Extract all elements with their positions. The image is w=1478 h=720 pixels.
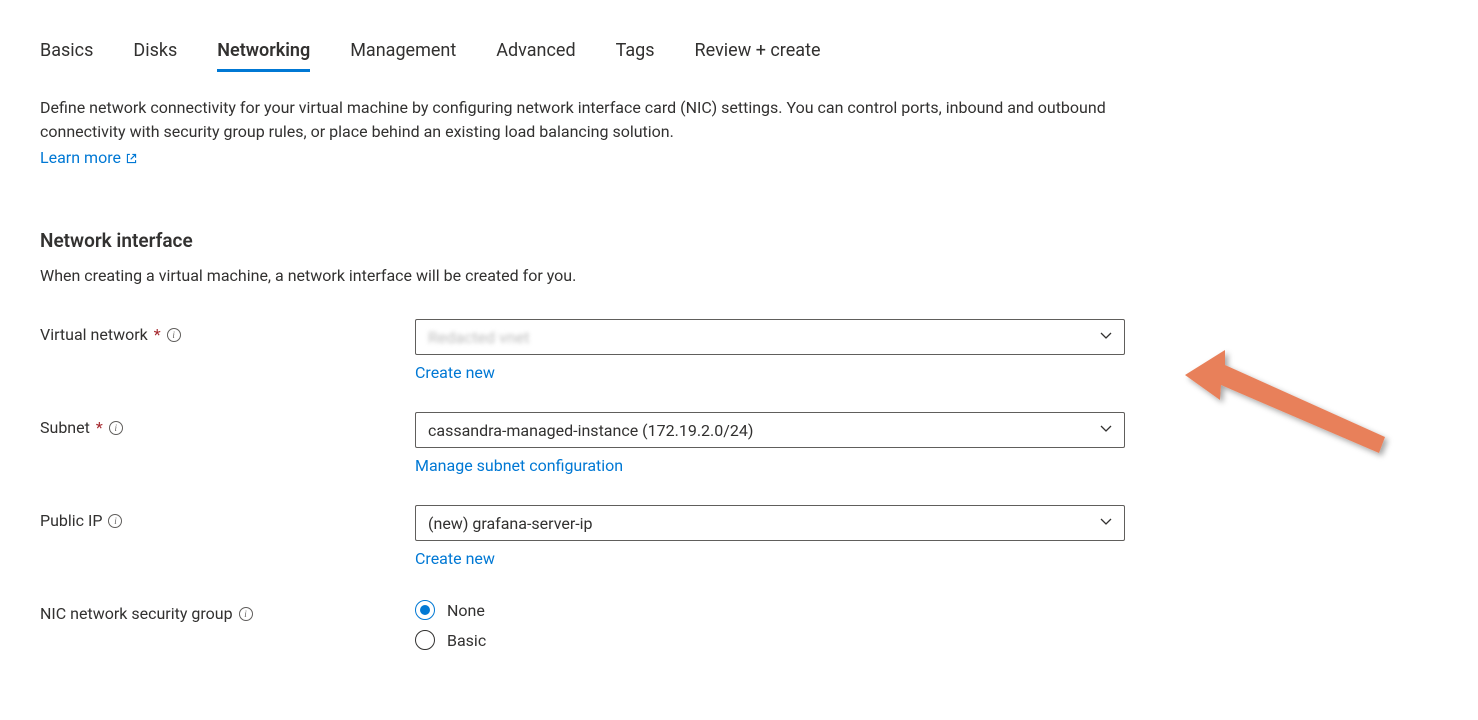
radio-nsg-none[interactable]: None	[415, 600, 1125, 620]
info-icon[interactable]: i	[109, 421, 123, 435]
label-subnet: Subnet * i	[40, 412, 415, 437]
label-public-ip: Public IP i	[40, 505, 415, 530]
network-interface-subtext: When creating a virtual machine, a netwo…	[40, 266, 1438, 285]
select-subnet-value: cassandra-managed-instance (172.19.2.0/2…	[428, 421, 753, 440]
label-nsg: NIC network security group i	[40, 598, 415, 623]
select-subnet[interactable]: cassandra-managed-instance (172.19.2.0/2…	[415, 412, 1125, 448]
radio-label-none: None	[447, 601, 485, 620]
select-public-ip-value: (new) grafana-server-ip	[428, 514, 593, 533]
chevron-down-icon	[1098, 327, 1114, 347]
tab-review[interactable]: Review + create	[695, 40, 821, 72]
info-icon[interactable]: i	[239, 607, 253, 621]
label-virtual-network: Virtual network * i	[40, 319, 415, 344]
radio-label-basic: Basic	[447, 631, 486, 650]
label-virtual-network-text: Virtual network	[40, 325, 148, 344]
label-subnet-text: Subnet	[40, 418, 90, 437]
network-interface-heading: Network interface	[40, 229, 1438, 252]
tab-advanced[interactable]: Advanced	[496, 40, 575, 72]
tab-networking[interactable]: Networking	[217, 40, 310, 72]
label-nsg-text: NIC network security group	[40, 604, 233, 623]
networking-description: Define network connectivity for your vir…	[40, 96, 1120, 144]
row-virtual-network: Virtual network * i Redacted vnet Create…	[40, 319, 1438, 382]
radio-group-nsg: None Basic	[415, 598, 1125, 650]
tab-basics[interactable]: Basics	[40, 40, 93, 72]
radio-nsg-basic[interactable]: Basic	[415, 630, 1125, 650]
select-virtual-network[interactable]: Redacted vnet	[415, 319, 1125, 355]
radio-icon	[415, 600, 435, 620]
link-create-new-vnet[interactable]: Create new	[415, 363, 495, 382]
tab-management[interactable]: Management	[350, 40, 456, 72]
required-asterisk: *	[154, 325, 161, 344]
radio-icon	[415, 630, 435, 650]
tab-disks[interactable]: Disks	[133, 40, 177, 72]
row-subnet: Subnet * i cassandra-managed-instance (1…	[40, 412, 1438, 475]
row-nsg: NIC network security group i None Basic	[40, 598, 1438, 650]
select-public-ip[interactable]: (new) grafana-server-ip	[415, 505, 1125, 541]
row-public-ip: Public IP i (new) grafana-server-ip Crea…	[40, 505, 1438, 568]
select-virtual-network-value: Redacted vnet	[428, 328, 529, 347]
label-public-ip-text: Public IP	[40, 511, 102, 530]
info-icon[interactable]: i	[167, 328, 181, 342]
info-icon[interactable]: i	[108, 514, 122, 528]
external-link-icon	[125, 148, 138, 167]
link-create-new-public-ip[interactable]: Create new	[415, 549, 495, 568]
required-asterisk: *	[96, 418, 103, 437]
tabs-nav: Basics Disks Networking Management Advan…	[40, 40, 1438, 72]
tab-tags[interactable]: Tags	[616, 40, 655, 72]
link-manage-subnet[interactable]: Manage subnet configuration	[415, 456, 623, 475]
learn-more-text: Learn more	[40, 148, 121, 167]
chevron-down-icon	[1098, 420, 1114, 440]
chevron-down-icon	[1098, 513, 1114, 533]
learn-more-link[interactable]: Learn more	[40, 148, 138, 167]
